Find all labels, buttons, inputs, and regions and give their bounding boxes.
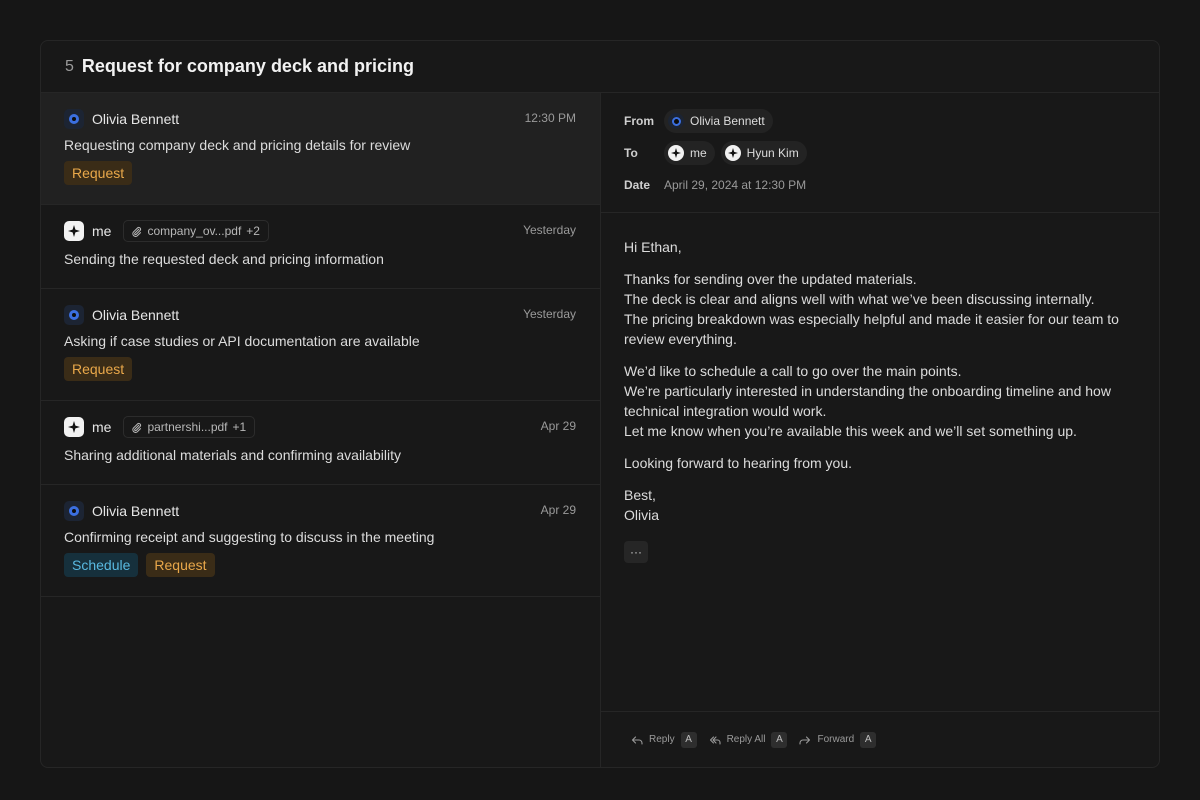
message-subject: Sending the requested deck and pricing i… <box>64 251 384 267</box>
schedule-tag[interactable]: Schedule <box>64 553 139 577</box>
body-paragraph: Thanks for sending over the updated mate… <box>624 271 1119 347</box>
signature-block: Best, Olivia <box>624 485 1135 525</box>
request-tag[interactable]: Request <box>64 161 133 185</box>
message-time: Yesterday <box>523 223 576 237</box>
signoff: Best, <box>624 487 656 503</box>
forward-button[interactable]: Forward A <box>799 731 877 748</box>
me-avatar-icon <box>64 221 84 241</box>
thread-message-count: 5 <box>65 57 74 75</box>
from-name: Olivia Bennett <box>690 114 765 128</box>
attachment-chip[interactable]: company_ov...pdf +2 <box>123 220 269 242</box>
from-label: From <box>624 114 654 128</box>
olivia-avatar-icon <box>668 113 684 129</box>
greeting: Hi Ethan, <box>624 239 682 255</box>
message-item[interactable]: Olivia Bennett 12:30 PM Requesting compa… <box>41 93 600 205</box>
forward-icon <box>799 735 811 745</box>
paperclip-icon <box>132 422 142 433</box>
reply-all-label: Reply All <box>726 734 766 745</box>
from-chip[interactable]: Olivia Bennett <box>664 109 773 133</box>
message-meta: From Olivia Bennett To me Hyun Kim Date … <box>601 93 1159 213</box>
message-body: Hi Ethan, Thanks for sending over the up… <box>601 213 1159 563</box>
message-list: Olivia Bennett 12:30 PM Requesting compa… <box>41 93 601 767</box>
message-item[interactable]: me partnershi...pdf +1 Apr 29 Sharing ad… <box>41 401 600 485</box>
message-detail-pane: From Olivia Bennett To me Hyun Kim Date … <box>601 93 1159 767</box>
reply-all-icon <box>709 735 721 745</box>
hyun-avatar-icon <box>724 145 741 161</box>
attachment-name: partnershi...pdf <box>147 420 228 434</box>
date-label: Date <box>624 178 651 192</box>
paperclip-icon <box>132 226 142 237</box>
attachment-extra-count: +2 <box>246 224 260 238</box>
olivia-avatar-icon <box>64 501 84 521</box>
message-sender: Olivia Bennett <box>92 503 180 519</box>
body-paragraph: We’d like to schedule a call to go over … <box>624 363 1111 439</box>
attachment-name: company_ov...pdf <box>147 224 242 238</box>
message-actions: Reply A Reply All A Forward A <box>601 711 1159 767</box>
forward-shortcut: A <box>860 731 877 748</box>
reply-shortcut: A <box>680 731 697 748</box>
message-date: April 29, 2024 at 12:30 PM <box>664 178 807 192</box>
attachment-chip[interactable]: partnershi...pdf +1 <box>123 416 256 438</box>
reply-label: Reply <box>649 734 675 745</box>
show-quoted-button[interactable]: ··· <box>624 541 648 563</box>
message-subject: Sharing additional materials and confirm… <box>64 447 401 463</box>
to-name: Hyun Kim <box>746 146 799 160</box>
to-label: To <box>624 146 638 160</box>
to-name: me <box>690 146 707 160</box>
message-time: Yesterday <box>523 307 576 321</box>
reply-icon <box>631 735 643 745</box>
attachment-extra-count: +1 <box>232 420 247 434</box>
message-sender: me <box>92 419 112 435</box>
message-sender: Olivia Bennett <box>92 111 180 127</box>
me-avatar-icon <box>64 417 84 437</box>
message-item[interactable]: Olivia Bennett Apr 29 Confirming receipt… <box>41 485 600 597</box>
message-sender: Olivia Bennett <box>92 307 180 323</box>
reply-button[interactable]: Reply A <box>631 731 697 748</box>
email-thread-window: 5 Request for company deck and pricing O… <box>40 40 1160 768</box>
message-time: 12:30 PM <box>524 111 576 125</box>
body-paragraph: Looking forward to hearing from you. <box>624 455 853 471</box>
message-subject: Confirming receipt and suggesting to dis… <box>64 529 435 545</box>
request-tag[interactable]: Request <box>64 357 133 381</box>
to-chip[interactable]: Hyun Kim <box>720 141 807 165</box>
me-avatar-icon <box>668 145 684 161</box>
message-time: Apr 29 <box>540 419 576 433</box>
thread-title: Request for company deck and pricing <box>81 56 414 76</box>
message-subject: Requesting company deck and pricing deta… <box>64 137 411 153</box>
olivia-avatar-icon <box>64 109 84 129</box>
reply-all-shortcut: A <box>771 731 788 748</box>
thread-header: 5 Request for company deck and pricing <box>41 41 1159 93</box>
reply-all-button[interactable]: Reply All A <box>709 731 788 748</box>
message-sender: me <box>92 223 112 239</box>
forward-label: Forward <box>817 734 855 745</box>
message-time: Apr 29 <box>540 503 576 517</box>
message-item[interactable]: me company_ov...pdf +2 Yesterday Sending… <box>41 205 600 289</box>
signature: Olivia <box>624 507 660 523</box>
request-tag[interactable]: Request <box>146 553 215 577</box>
message-item[interactable]: Olivia Bennett Yesterday Asking if case … <box>41 289 600 401</box>
olivia-avatar-icon <box>64 305 84 325</box>
to-chip[interactable]: me <box>664 141 715 165</box>
message-subject: Asking if case studies or API documentat… <box>64 333 420 349</box>
